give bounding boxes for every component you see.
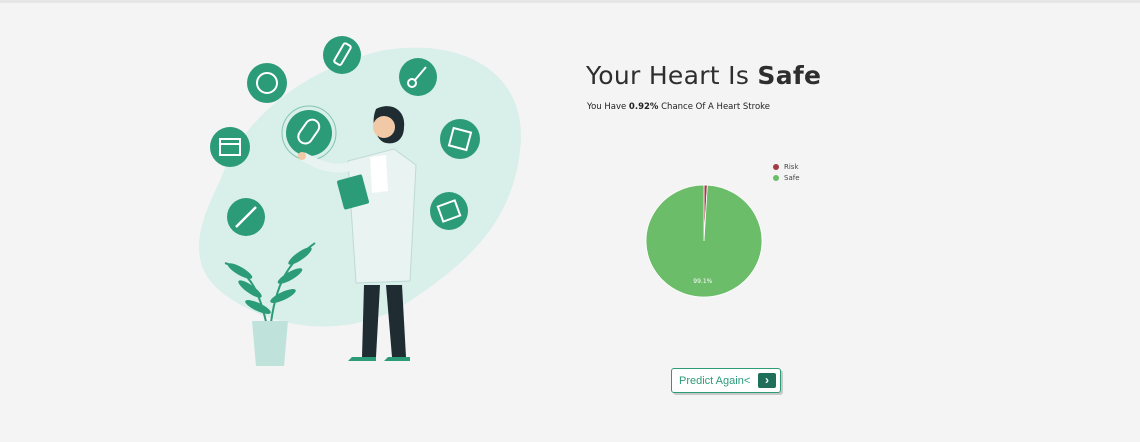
legend-swatch-safe xyxy=(773,174,779,181)
syringe-icon xyxy=(323,36,361,74)
subtitle-prefix: You Have xyxy=(587,102,629,112)
pie-data-label-safe: 99.1% xyxy=(693,278,712,285)
predict-again-button[interactable]: Predict Again< › xyxy=(671,368,781,393)
result-page: Your Heart Is Safe You Have 0.92% Chance… xyxy=(0,0,1140,442)
chevron-right-icon: › xyxy=(758,373,776,388)
risk-percent: 0.92% xyxy=(628,102,659,112)
bandage-icon xyxy=(440,119,480,159)
legend-label-safe: Safe xyxy=(784,173,800,182)
tablets-icon xyxy=(430,192,468,230)
legend-label-risk: Risk xyxy=(784,162,799,171)
thermometer-icon xyxy=(227,198,265,236)
legend-item-risk[interactable]: Risk xyxy=(773,161,800,172)
title-prefix: Your Heart Is xyxy=(586,61,758,90)
risk-pie-chart: 99.1% xyxy=(645,184,763,298)
scissors-icon xyxy=(399,58,437,96)
capsule-icon xyxy=(281,105,337,161)
legend-item-safe[interactable]: Safe xyxy=(773,172,800,183)
subtitle-suffix: Chance Of A Heart Stroke xyxy=(658,102,770,112)
chart-legend: Risk Safe xyxy=(773,161,800,183)
legend-swatch-risk xyxy=(773,163,779,170)
title-status: Safe xyxy=(757,61,822,90)
result-subtitle: You Have 0.92% Chance Of A Heart Stroke xyxy=(587,102,770,112)
calendar-icon xyxy=(210,127,250,167)
pill-icon xyxy=(247,63,287,103)
page-title: Your Heart Is Safe xyxy=(586,61,821,90)
predict-again-label: Predict Again< xyxy=(679,374,751,387)
doctor-illustration xyxy=(199,36,521,366)
